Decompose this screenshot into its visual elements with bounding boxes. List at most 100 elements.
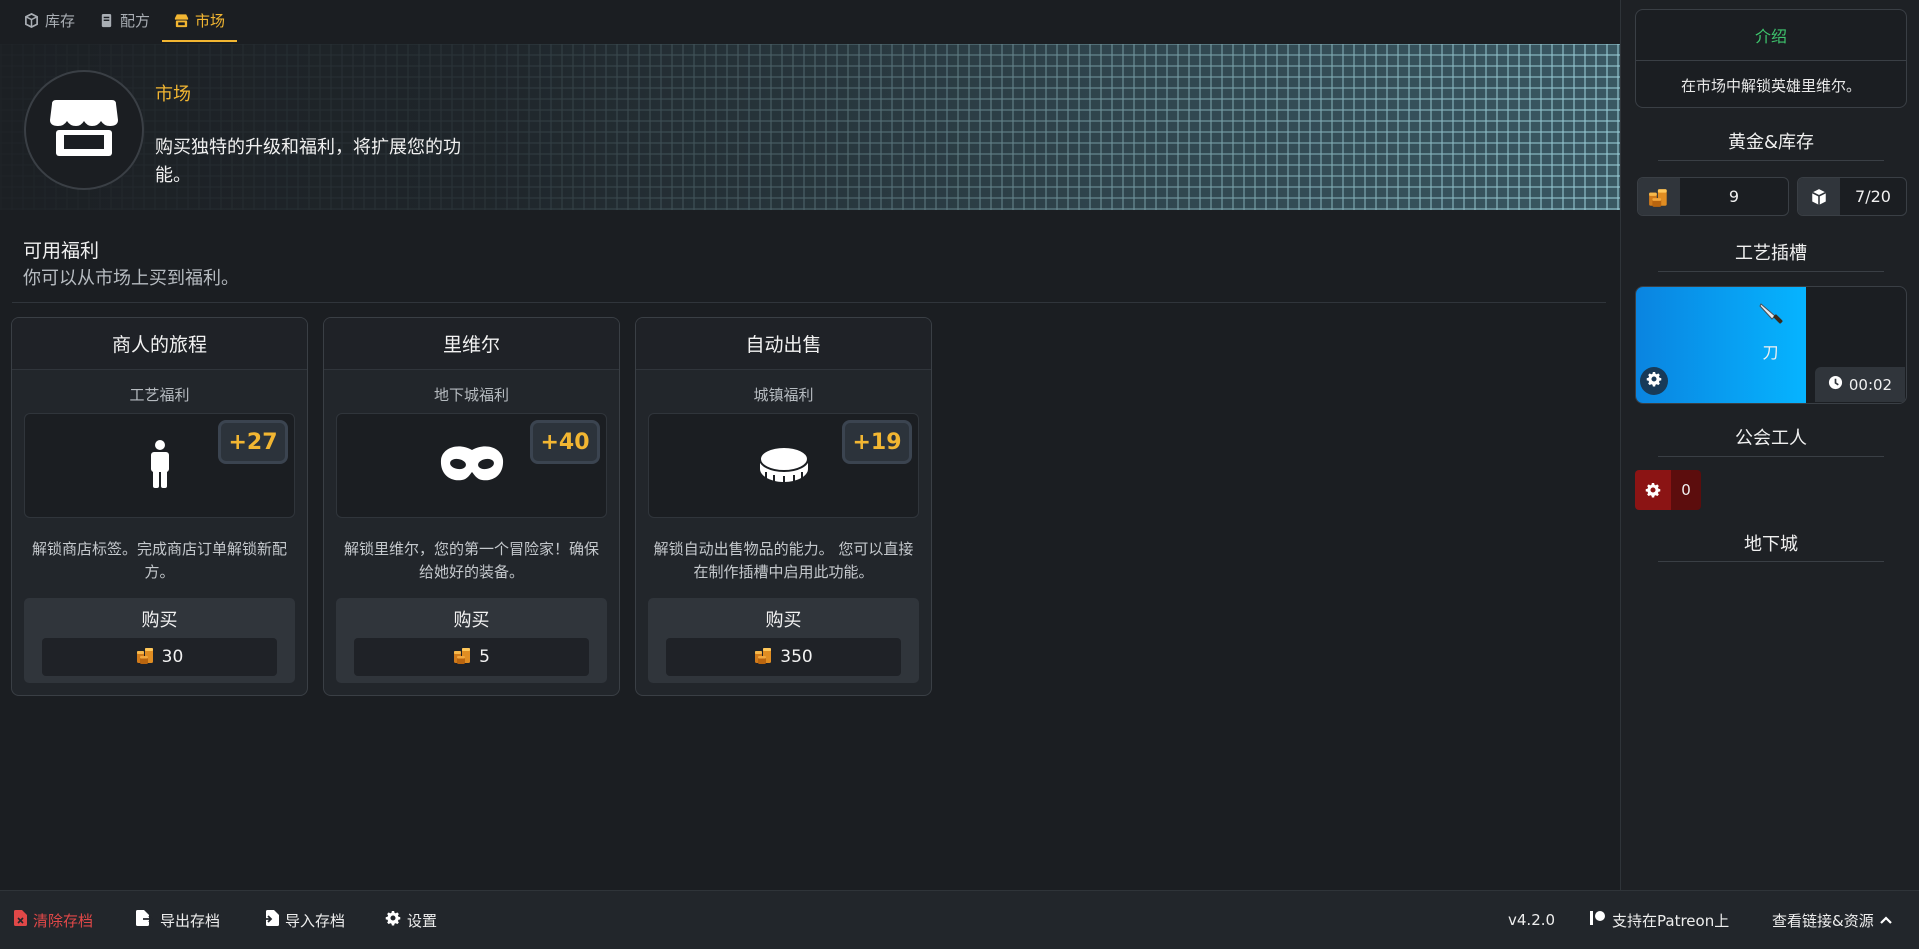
market-description: 购买独特的升级和福利，将扩展您的功能。 [155, 137, 461, 186]
gold-icon [136, 645, 156, 670]
perk-description: 解锁里维尔，您的第一个冒险家！确保给她好的装备。 [343, 540, 599, 581]
box-icon [24, 12, 39, 28]
buy-label: 购买 [141, 610, 178, 631]
mask-icon [440, 444, 504, 488]
perk-bonus-badge: +19 [842, 420, 912, 464]
coin-icon [758, 445, 810, 487]
craft-slot[interactable]: 刀 00:02 [1635, 286, 1907, 404]
settings-button[interactable]: 设置 [385, 891, 437, 949]
craft-item-name: 刀 [1762, 343, 1779, 362]
links-label: 查看链接&资源 [1772, 911, 1874, 930]
knife-icon [1756, 299, 1786, 329]
box-icon [1798, 178, 1840, 215]
tab-market[interactable]: 市场 [162, 0, 238, 42]
guild-worker-counter[interactable]: 0 [1635, 470, 1701, 510]
perk-description: 解锁自动出售物品的能力。 您可以直接在制作插槽中启用此功能。 [653, 540, 914, 581]
craft-settings-button[interactable] [1640, 367, 1668, 395]
perk-title: 自动出售 [636, 318, 931, 370]
clear-save-label: 清除存档 [33, 911, 94, 930]
perk-bonus-badge: +27 [218, 420, 288, 464]
guild-workers-heading: 公会工人 [1735, 428, 1807, 449]
file-import-icon [261, 910, 279, 930]
tab-inventory-label: 库存 [45, 11, 76, 30]
divider [1658, 456, 1884, 457]
top-nav: 库存 配方 市场 [0, 0, 1620, 42]
inventory-value: 7/20 [1855, 187, 1891, 206]
market-banner-emblem [24, 70, 144, 190]
gold-icon [453, 645, 473, 670]
buy-button-auto-sell[interactable]: 购买 350 [648, 598, 919, 683]
perk-card-auto-sell: 自动出售 城镇福利 +19 解锁自动出售物品的能力。 您可以直接在制作插槽中启用… [635, 317, 932, 696]
divider [1658, 160, 1884, 161]
price: 350 [666, 638, 901, 676]
intro-title: 介绍 [1636, 10, 1906, 61]
price: 5 [354, 638, 589, 676]
person-icon [149, 439, 171, 492]
perk-bonus-badge: +40 [530, 420, 600, 464]
clear-save-button[interactable]: 清除存档 [14, 891, 93, 949]
market-banner: 市场 购买独特的升级和福利，将扩展您的功能。 [0, 44, 1620, 210]
gold-counter: 9 [1637, 177, 1789, 216]
version-label: v4.2.0 [1508, 911, 1556, 929]
guild-worker-count: 0 [1671, 470, 1701, 510]
divider [12, 302, 1606, 303]
tab-inventory[interactable]: 库存 [12, 0, 87, 42]
patreon-link[interactable]: 支持在Patreon上 [1590, 891, 1729, 949]
intro-box: 介绍 在市场中解锁英雄里维尔。 [1635, 9, 1907, 108]
craft-timer: 00:02 [1815, 367, 1905, 402]
tab-market-label: 市场 [195, 11, 226, 30]
price: 30 [42, 638, 277, 676]
gear-icon [1646, 371, 1662, 391]
tab-recipes-label: 配方 [120, 11, 151, 30]
divider [1658, 271, 1884, 272]
store-icon [174, 13, 189, 28]
buy-label: 购买 [765, 610, 802, 631]
tab-recipes[interactable]: 配方 [87, 0, 162, 42]
chevron-up-icon [1879, 911, 1892, 929]
links-resources-button[interactable]: 查看链接&资源 [1772, 891, 1892, 949]
section-subtitle: 你可以从市场上买到福利。 [23, 268, 239, 289]
craft-timer-value: 00:02 [1848, 375, 1893, 394]
perk-title: 里维尔 [324, 318, 619, 370]
buy-label: 购买 [453, 610, 490, 631]
gear-icon [1635, 470, 1671, 510]
price-value: 350 [780, 647, 813, 667]
import-save-button[interactable]: 导入存档 [261, 891, 345, 949]
perk-type: 地下城福利 [433, 386, 509, 404]
perk-type: 工艺福利 [129, 386, 190, 404]
perk-title: 商人的旅程 [12, 318, 307, 370]
buy-button-rivelle[interactable]: 购买 5 [336, 598, 607, 683]
store-icon [48, 98, 120, 162]
import-save-label: 导入存档 [285, 911, 346, 930]
patreon-icon [1590, 910, 1606, 930]
inventory-counter: 7/20 [1797, 177, 1907, 216]
dungeon-heading: 地下城 [1744, 534, 1798, 555]
divider [1658, 561, 1884, 562]
gear-icon [385, 910, 401, 930]
right-sidebar: 介绍 在市场中解锁英雄里维尔。 黄金&库存 9 7/20 工艺插槽 刀 00:0… [1620, 0, 1919, 890]
market-title: 市场 [155, 84, 191, 105]
intro-body: 在市场中解锁英雄里维尔。 [1680, 76, 1861, 95]
perk-type: 城镇福利 [753, 386, 814, 404]
perk-icon-box: +27 [24, 413, 295, 518]
export-save-button[interactable]: 导出存档 [136, 891, 220, 949]
export-save-label: 导出存档 [160, 911, 221, 930]
perk-card-rivelle: 里维尔 地下城福利 +40 解锁里维尔，您的第一个冒险家！确保给她好的装备。 购… [323, 317, 620, 696]
file-delete-icon [14, 910, 27, 930]
gold-inventory-heading: 黄金&库存 [1727, 132, 1815, 153]
price-value: 30 [161, 647, 184, 667]
perk-icon-box: +19 [648, 413, 919, 518]
buy-button-merchants-journey[interactable]: 购买 30 [24, 598, 295, 683]
file-export-icon [136, 910, 154, 930]
patreon-label: 支持在Patreon上 [1612, 911, 1730, 930]
gold-icon [1638, 178, 1680, 215]
section-title: 可用福利 [23, 240, 100, 262]
craft-slots-heading: 工艺插槽 [1735, 243, 1807, 264]
perk-description: 解锁商店标签。完成商店订单解锁新配方。 [31, 540, 287, 581]
gold-value: 9 [1728, 187, 1740, 206]
perk-card-merchants-journey: 商人的旅程 工艺福利 +27 解锁商店标签。完成商店订单解锁新配方。 购买 30 [11, 317, 308, 696]
price-value: 5 [479, 647, 490, 667]
book-icon [99, 13, 114, 28]
gold-icon [754, 645, 774, 670]
settings-label: 设置 [407, 911, 438, 930]
